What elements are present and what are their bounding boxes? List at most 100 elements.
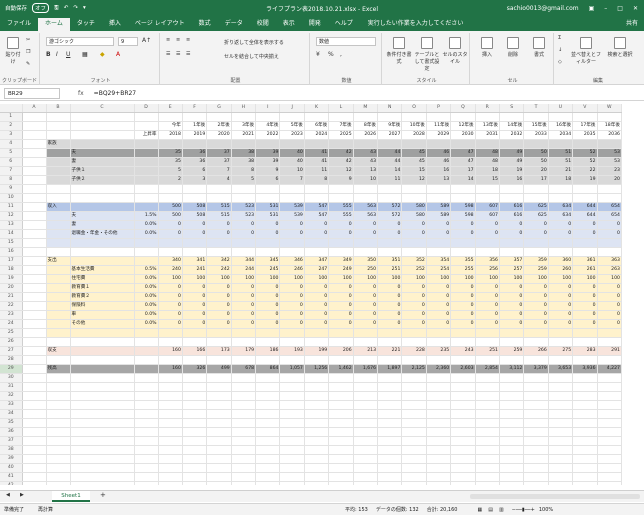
cell-R37[interactable] bbox=[475, 436, 500, 446]
cell-K20[interactable]: 0 bbox=[304, 283, 330, 293]
cell-E11[interactable]: 500 bbox=[158, 202, 183, 212]
cell-J39[interactable] bbox=[279, 454, 305, 464]
cell-S30[interactable] bbox=[499, 373, 525, 383]
cell-T5[interactable]: 50 bbox=[523, 148, 549, 158]
cell-L3[interactable]: 2025 bbox=[328, 130, 354, 140]
cell-U8[interactable]: 18 bbox=[548, 175, 574, 185]
cell-D20[interactable]: 0.0% bbox=[134, 283, 159, 293]
cell-M18[interactable]: 250 bbox=[353, 265, 379, 275]
cell-W15[interactable] bbox=[597, 238, 622, 248]
cell-A20[interactable] bbox=[22, 283, 47, 293]
cell-T18[interactable]: 259 bbox=[523, 265, 549, 275]
cell-R18[interactable]: 256 bbox=[475, 265, 500, 275]
cut-icon[interactable]: ✂ bbox=[26, 37, 30, 43]
cell-W17[interactable]: 363 bbox=[597, 256, 622, 266]
cell-H25[interactable] bbox=[231, 328, 257, 338]
cell-I6[interactable]: 39 bbox=[255, 157, 281, 167]
cell-S13[interactable]: 0 bbox=[499, 220, 525, 230]
cell-J1[interactable] bbox=[279, 112, 305, 122]
cell-E12[interactable]: 500 bbox=[158, 211, 183, 221]
cell-H20[interactable]: 0 bbox=[231, 283, 257, 293]
cell-V42[interactable] bbox=[572, 481, 598, 485]
cell-L42[interactable] bbox=[328, 481, 354, 485]
cell-J31[interactable] bbox=[279, 382, 305, 392]
cell-K27[interactable]: 199 bbox=[304, 346, 330, 356]
cell-P1[interactable] bbox=[426, 112, 452, 122]
cell-E15[interactable] bbox=[158, 238, 183, 248]
cell-H5[interactable]: 38 bbox=[231, 148, 257, 158]
cell-B13[interactable] bbox=[46, 220, 71, 230]
cell-R2[interactable]: 13年後 bbox=[475, 121, 500, 131]
cell-J35[interactable] bbox=[279, 418, 305, 428]
cell-F42[interactable] bbox=[182, 481, 208, 485]
cell-G15[interactable] bbox=[206, 238, 232, 248]
align-middle-icon[interactable]: ≡ bbox=[176, 37, 180, 43]
cell-M11[interactable]: 563 bbox=[353, 202, 379, 212]
cell-N38[interactable] bbox=[377, 445, 403, 455]
cell-R7[interactable]: 18 bbox=[475, 166, 500, 176]
cell-K11[interactable]: 547 bbox=[304, 202, 330, 212]
cell-H39[interactable] bbox=[231, 454, 257, 464]
cell-E21[interactable]: 0 bbox=[158, 292, 183, 302]
cell-W8[interactable]: 20 bbox=[597, 175, 622, 185]
cell-L33[interactable] bbox=[328, 400, 354, 410]
row-header[interactable]: 7 bbox=[0, 166, 23, 176]
cell-N15[interactable] bbox=[377, 238, 403, 248]
cell-S12[interactable]: 616 bbox=[499, 211, 525, 221]
cell-F26[interactable] bbox=[182, 337, 208, 347]
tab-0[interactable]: ファイル bbox=[0, 18, 38, 31]
cell-C32[interactable] bbox=[70, 391, 135, 401]
cell-E3[interactable]: 2018 bbox=[158, 130, 183, 140]
cell-U33[interactable] bbox=[548, 400, 574, 410]
cell-N3[interactable]: 2027 bbox=[377, 130, 403, 140]
cell-A24[interactable] bbox=[22, 319, 47, 329]
cell-N19[interactable]: 100 bbox=[377, 274, 403, 284]
cell-T8[interactable]: 17 bbox=[523, 175, 549, 185]
row-header[interactable]: 25 bbox=[0, 328, 23, 338]
cell-A5[interactable] bbox=[22, 148, 47, 158]
cell-U30[interactable] bbox=[548, 373, 574, 383]
tab-6[interactable]: データ bbox=[218, 18, 250, 31]
cell-M40[interactable] bbox=[353, 463, 379, 473]
row-header[interactable]: 15 bbox=[0, 238, 23, 248]
cell-T33[interactable] bbox=[523, 400, 549, 410]
cell-S32[interactable] bbox=[499, 391, 525, 401]
cell-M37[interactable] bbox=[353, 436, 379, 446]
tab-2[interactable]: タッチ bbox=[70, 18, 102, 31]
cell-W35[interactable] bbox=[597, 418, 622, 428]
select-all-corner[interactable] bbox=[0, 104, 23, 113]
cell-Q6[interactable]: 47 bbox=[450, 157, 476, 167]
cell-M33[interactable] bbox=[353, 400, 379, 410]
cell-L34[interactable] bbox=[328, 409, 354, 419]
align-left-icon[interactable]: ☰ bbox=[166, 51, 170, 57]
tab-3[interactable]: 挿入 bbox=[102, 18, 128, 31]
cell-N41[interactable] bbox=[377, 472, 403, 482]
insert-function-icon[interactable]: fx bbox=[78, 90, 84, 97]
cell-E30[interactable] bbox=[158, 373, 183, 383]
maximize-icon[interactable]: □ bbox=[617, 5, 623, 12]
cell-Q39[interactable] bbox=[450, 454, 476, 464]
cell-L25[interactable] bbox=[328, 328, 354, 338]
cell-S40[interactable] bbox=[499, 463, 525, 473]
cell-V6[interactable]: 52 bbox=[572, 157, 598, 167]
cell-B25[interactable] bbox=[46, 328, 71, 338]
cell-U42[interactable] bbox=[548, 481, 574, 485]
cell-M41[interactable] bbox=[353, 472, 379, 482]
cell-B14[interactable] bbox=[46, 229, 71, 239]
cell-C37[interactable] bbox=[70, 436, 135, 446]
cell-P13[interactable]: 0 bbox=[426, 220, 452, 230]
cell-M12[interactable]: 563 bbox=[353, 211, 379, 221]
cell-C22[interactable]: 保険料 bbox=[70, 301, 135, 311]
tab-9[interactable]: 開発 bbox=[302, 18, 328, 31]
cell-F33[interactable] bbox=[182, 400, 208, 410]
column-header-I[interactable]: I bbox=[255, 104, 281, 113]
cell-Q11[interactable]: 598 bbox=[450, 202, 476, 212]
cell-O23[interactable]: 0 bbox=[401, 310, 427, 320]
cell-S14[interactable]: 0 bbox=[499, 229, 525, 239]
cell-U23[interactable]: 0 bbox=[548, 310, 574, 320]
column-header-U[interactable]: U bbox=[548, 104, 574, 113]
cell-V5[interactable]: 52 bbox=[572, 148, 598, 158]
row-header[interactable]: 11 bbox=[0, 202, 23, 212]
cell-N28[interactable] bbox=[377, 355, 403, 365]
cell-Q14[interactable]: 0 bbox=[450, 229, 476, 239]
